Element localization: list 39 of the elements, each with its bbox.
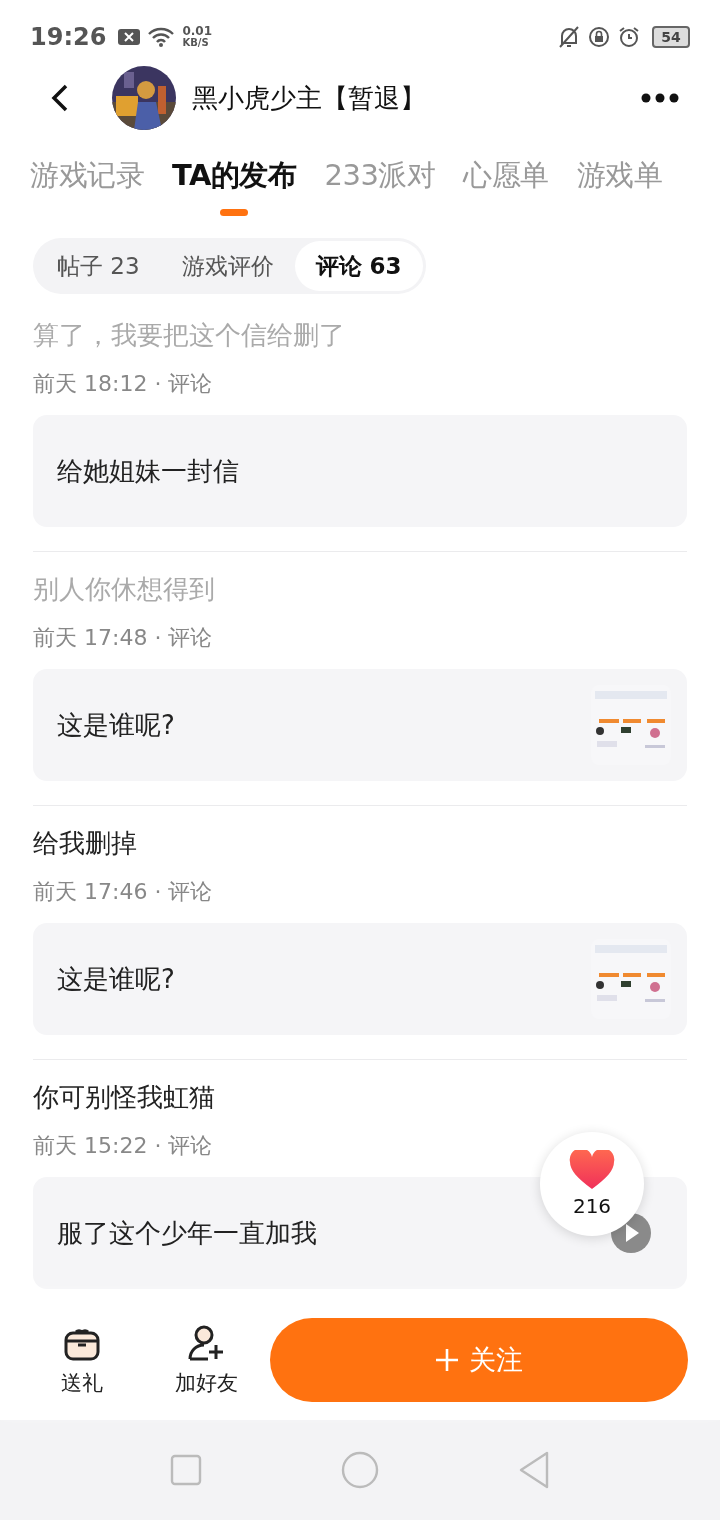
tab[interactable]: TA的发布	[172, 150, 297, 216]
post-title: 别人你休想得到	[33, 573, 216, 606]
gift-button[interactable]: 送礼	[40, 1323, 124, 1397]
network-speed: 0.01	[182, 25, 212, 37]
comment-card[interactable]: 这是谁呢?	[33, 923, 687, 1035]
comment-meta: 前天 15:22 · 评论	[33, 1132, 214, 1160]
filter-tab[interactable]: 游戏评价	[160, 241, 295, 291]
home-icon[interactable]	[341, 1451, 379, 1489]
comment-text: 这是谁呢?	[57, 962, 176, 996]
back-nav-icon[interactable]	[518, 1451, 551, 1489]
filter-tab[interactable]: 帖子 23	[36, 241, 161, 291]
alarm-icon	[618, 26, 640, 48]
recent-apps-icon[interactable]	[169, 1454, 202, 1486]
post-title: 算了，我要把这个信给删了	[33, 319, 346, 352]
comment-meta: 前天 18:12 · 评论	[33, 370, 214, 398]
status-time: 19:26	[30, 23, 107, 51]
add-friend-button[interactable]: 加好友	[164, 1323, 248, 1397]
bell-muted-icon	[558, 25, 580, 49]
battery-icon: 54	[652, 26, 690, 48]
sim-off-icon	[118, 29, 141, 45]
comment-text: 这是谁呢?	[57, 708, 176, 742]
plus-icon	[435, 1348, 459, 1372]
user-name: 黑小虎少主【暂退】	[192, 81, 426, 115]
more-button[interactable]	[640, 91, 680, 105]
speed-unit: KB/S	[182, 37, 210, 49]
comment-meta: 前天 17:48 · 评论	[33, 624, 214, 652]
heart-icon	[569, 1150, 615, 1190]
comment-meta: 前天 17:46 · 评论	[33, 878, 214, 906]
comment-text: 给她姐妹一封信	[57, 454, 240, 488]
comment-card[interactable]: 这是谁呢?	[33, 669, 687, 781]
add-user-icon	[186, 1323, 226, 1363]
post-title: 给我删掉	[33, 827, 138, 860]
like-button[interactable]: 216	[540, 1132, 644, 1236]
filter-tab[interactable]: 评论 63	[294, 241, 423, 291]
comment-card[interactable]: 给她姐妹一封信	[33, 415, 687, 527]
comment-text: 服了这个少年一直加我	[57, 1216, 318, 1250]
post-title: 你可别怪我虹猫	[33, 1081, 216, 1114]
lock-rotation-icon	[588, 26, 610, 48]
wifi-icon	[148, 27, 175, 47]
